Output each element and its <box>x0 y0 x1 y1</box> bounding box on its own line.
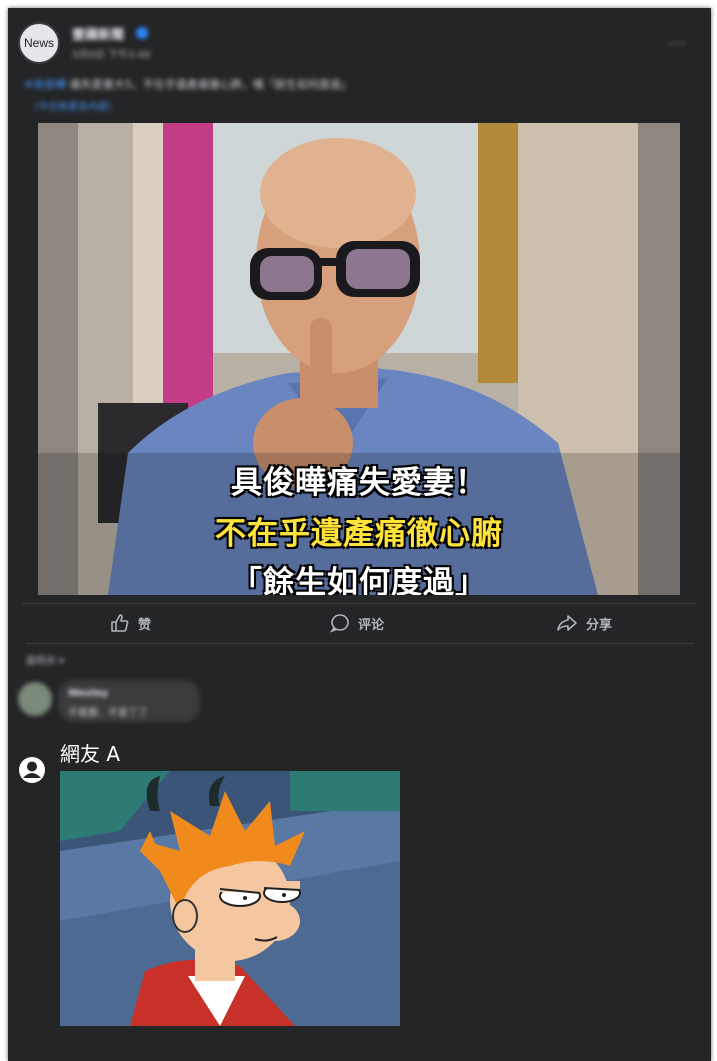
comment-button[interactable]: 评论 <box>330 612 384 634</box>
divider <box>22 603 696 604</box>
commenter-avatar[interactable] <box>18 682 52 716</box>
like-icon <box>111 614 129 632</box>
comment-text: 不需要、不爱了了 <box>68 708 148 719</box>
page-name[interactable]: 壹蘋新聞 <box>72 24 124 43</box>
share-label: 分享 <box>586 617 613 633</box>
comment-sort-dropdown[interactable]: 最相关 ▾ <box>26 652 64 667</box>
user-avatar-icon <box>19 757 45 783</box>
hashtag-link[interactable]: #具俊曄 <box>24 78 66 91</box>
post-timestamp[interactable]: 5月9日 下午3:48 <box>72 46 150 61</box>
post-body: 痛失愛妻大S，不在乎遺產痛徹心肺，嘆「餘生如何度過」 <box>69 78 352 91</box>
like-label: 赞 <box>138 617 152 633</box>
post-text: #具俊曄 痛失愛妻大S，不在乎遺產痛徹心肺，嘆「餘生如何度過」 <box>24 76 584 92</box>
see-more-link[interactable]: （今日有更多內容） <box>28 98 118 113</box>
comment-meme-image[interactable] <box>60 771 400 1026</box>
share-button[interactable]: 分享 <box>556 612 612 634</box>
page-avatar[interactable]: News <box>18 22 60 64</box>
like-button[interactable]: 赞 <box>110 612 151 634</box>
comment-label: 评论 <box>358 617 385 633</box>
more-options-icon[interactable]: ··· <box>668 34 686 53</box>
caption-line-3: 「餘生如何度過」 <box>231 565 487 595</box>
commenter-name[interactable]: 網友 A <box>60 738 120 767</box>
avatar-label: News <box>23 36 54 50</box>
verified-badge-icon <box>136 27 148 39</box>
caption-line-1: 具俊曄痛失愛妻！ <box>231 465 487 501</box>
comment-icon <box>330 614 349 633</box>
squinting-face-illustration <box>60 771 400 1026</box>
commenter-name[interactable]: Wesley <box>68 688 108 699</box>
post-photo[interactable]: 具俊曄痛失愛妻！ 不在乎遺產痛徹心腑 「餘生如何度過」 <box>38 123 680 595</box>
caption-line-2: 不在乎遺產痛徹心腑 <box>215 516 503 552</box>
divider <box>26 643 694 644</box>
share-icon <box>557 615 577 631</box>
